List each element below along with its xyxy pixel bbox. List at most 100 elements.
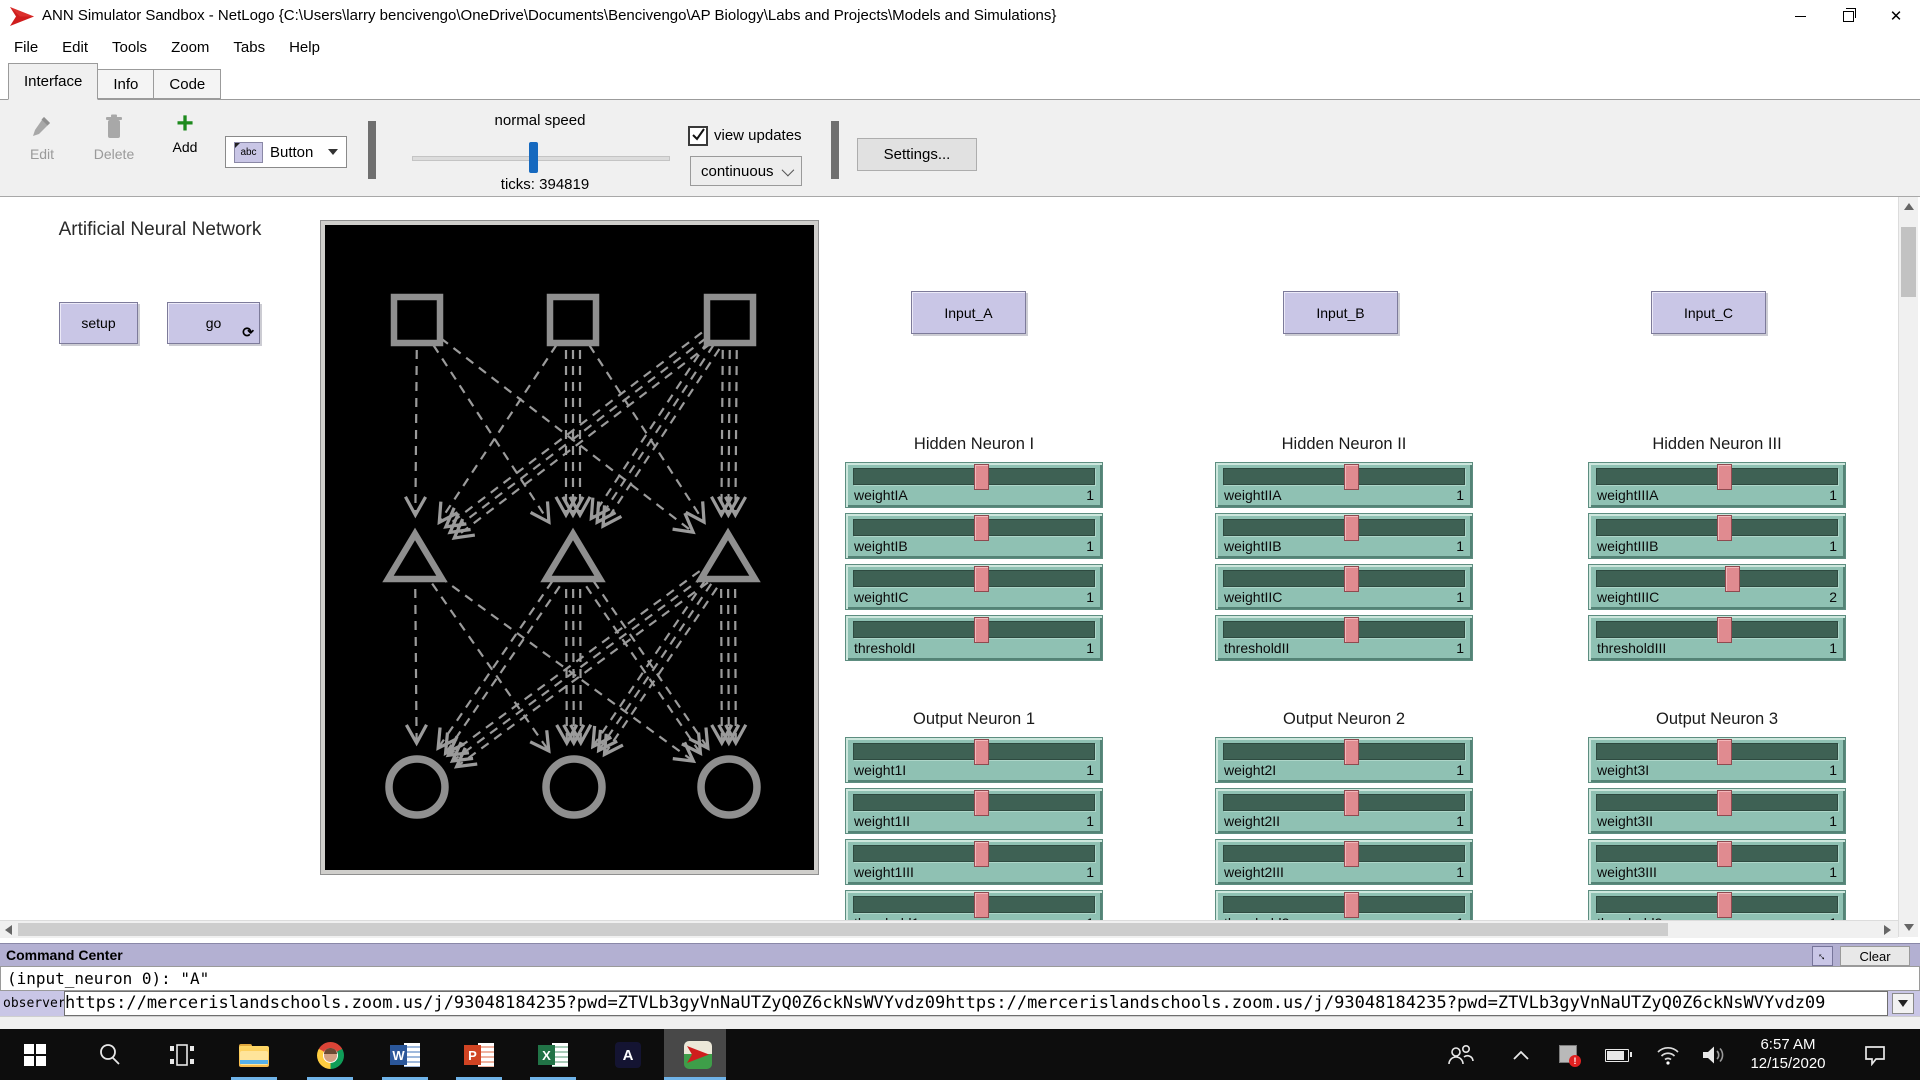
slider-track[interactable] <box>1223 468 1465 485</box>
restore-button[interactable] <box>1824 0 1872 33</box>
slider-weightIIIA[interactable]: weightIIIA1 <box>1588 462 1846 508</box>
slider-track[interactable] <box>1223 519 1465 536</box>
slider-track[interactable] <box>853 570 1095 587</box>
setup-button[interactable]: setup <box>59 302 138 344</box>
menu-item-file[interactable]: File <box>14 39 38 56</box>
slider-track[interactable] <box>1596 743 1838 760</box>
history-dropdown-button[interactable] <box>1892 993 1914 1014</box>
command-center-clear-button[interactable]: Clear <box>1840 946 1910 966</box>
slider-weightIIC[interactable]: weightIIC1 <box>1215 564 1473 610</box>
slider-weightIIIB[interactable]: weightIIIB1 <box>1588 513 1846 559</box>
update-mode-dropdown[interactable]: continuous <box>690 156 802 186</box>
slider-track[interactable] <box>853 468 1095 485</box>
slider-track[interactable] <box>853 845 1095 862</box>
input-b-button[interactable]: Input_B <box>1283 291 1398 334</box>
chrome-button[interactable] <box>313 1040 347 1070</box>
tray-expand-button[interactable] <box>1504 1040 1538 1070</box>
menu-item-help[interactable]: Help <box>289 39 320 56</box>
minimize-button[interactable] <box>1776 0 1824 33</box>
slider-track[interactable] <box>1223 621 1465 638</box>
tab-code[interactable]: Code <box>153 69 221 99</box>
input-a-button[interactable]: Input_A <box>911 291 1026 334</box>
scroll-right-icon[interactable] <box>1884 925 1891 935</box>
taskbar-clock[interactable]: 6:57 AM 12/15/2020 <box>1740 1035 1836 1073</box>
horizontal-scrollbar[interactable] <box>0 920 1898 938</box>
menu-item-tabs[interactable]: Tabs <box>233 39 265 56</box>
command-input[interactable]: https://mercerislandschools.zoom.us/j/93… <box>64 991 1888 1016</box>
slider-thresholdIII[interactable]: thresholdIII1 <box>1588 615 1846 661</box>
slider-track[interactable] <box>853 896 1095 913</box>
slider-thresholdI[interactable]: thresholdI1 <box>845 615 1103 661</box>
slider-weight3I[interactable]: weight3I1 <box>1588 737 1846 783</box>
action-center-button[interactable] <box>1858 1040 1892 1070</box>
slider-weightIA[interactable]: weightIA1 <box>845 462 1103 508</box>
slider-track[interactable] <box>853 621 1095 638</box>
slider-weightIIA[interactable]: weightIIA1 <box>1215 462 1473 508</box>
slider-weightIC[interactable]: weightIC1 <box>845 564 1103 610</box>
tray-app-button[interactable]: ! <box>1552 1040 1586 1070</box>
speed-slider-thumb[interactable] <box>529 142 538 173</box>
slider-weightIB[interactable]: weightIB1 <box>845 513 1103 559</box>
delete-button[interactable]: Delete <box>86 114 142 162</box>
scroll-left-icon[interactable] <box>5 925 12 935</box>
powerpoint-button[interactable]: P <box>462 1040 496 1070</box>
slider-weight2III[interactable]: weight2III1 <box>1215 839 1473 885</box>
close-button[interactable]: ✕ <box>1872 0 1920 33</box>
slider-track[interactable] <box>1223 794 1465 811</box>
netlogo-taskbar-button[interactable] <box>681 1040 715 1070</box>
slider-track[interactable] <box>1223 896 1465 913</box>
slider-track[interactable] <box>1223 570 1465 587</box>
slider-thresholdII[interactable]: thresholdII1 <box>1215 615 1473 661</box>
settings-button[interactable]: Settings... <box>857 138 977 171</box>
slider-track[interactable] <box>1596 519 1838 536</box>
search-button[interactable] <box>93 1040 127 1070</box>
slider-track[interactable] <box>1223 743 1465 760</box>
menu-item-zoom[interactable]: Zoom <box>171 39 209 56</box>
word-button[interactable]: W <box>388 1040 422 1070</box>
wifi-tray-button[interactable] <box>1651 1040 1685 1070</box>
slider-track[interactable] <box>1596 621 1838 638</box>
view-updates-checkbox[interactable] <box>688 126 708 146</box>
vertical-scrollbar[interactable] <box>1898 197 1918 937</box>
excel-button[interactable]: X <box>536 1040 570 1070</box>
menu-item-tools[interactable]: Tools <box>112 39 147 56</box>
menu-item-edit[interactable]: Edit <box>62 39 88 56</box>
slider-track[interactable] <box>1596 570 1838 587</box>
slider-track[interactable] <box>853 519 1095 536</box>
speed-slider[interactable] <box>412 156 670 161</box>
slider-track[interactable] <box>853 743 1095 760</box>
command-center-expand-button[interactable]: ↔ <box>1812 946 1833 966</box>
scroll-down-icon[interactable] <box>1904 924 1914 931</box>
slider-weightIIB[interactable]: weightIIB1 <box>1215 513 1473 559</box>
file-explorer-button[interactable] <box>237 1040 271 1070</box>
people-tray-button[interactable] <box>1444 1040 1478 1070</box>
slider-track[interactable] <box>1596 794 1838 811</box>
world-view[interactable] <box>321 221 818 874</box>
slider-weight1II[interactable]: weight1II1 <box>845 788 1103 834</box>
tab-interface[interactable]: Interface <box>8 63 98 100</box>
scroll-up-icon[interactable] <box>1904 203 1914 210</box>
slider-weight1III[interactable]: weight1III1 <box>845 839 1103 885</box>
slider-track[interactable] <box>1223 845 1465 862</box>
edit-button[interactable]: Edit <box>18 114 66 162</box>
slider-weightIIIC[interactable]: weightIIIC2 <box>1588 564 1846 610</box>
slider-track[interactable] <box>1596 896 1838 913</box>
slider-track[interactable] <box>1596 845 1838 862</box>
vertical-scroll-thumb[interactable] <box>1901 227 1916 297</box>
acrobat-button[interactable]: A <box>611 1040 645 1070</box>
tab-info[interactable]: Info <box>97 69 154 99</box>
slider-weight3II[interactable]: weight3II1 <box>1588 788 1846 834</box>
widget-type-chooser[interactable]: abc Button <box>225 136 347 168</box>
task-view-button[interactable] <box>165 1040 199 1070</box>
volume-tray-button[interactable] <box>1697 1040 1731 1070</box>
input-c-button[interactable]: Input_C <box>1651 291 1766 334</box>
slider-weight2II[interactable]: weight2II1 <box>1215 788 1473 834</box>
slider-track[interactable] <box>853 794 1095 811</box>
go-button[interactable]: go ⟳ <box>167 302 260 344</box>
slider-weight3III[interactable]: weight3III1 <box>1588 839 1846 885</box>
battery-tray-button[interactable] <box>1600 1040 1634 1070</box>
add-widget-button[interactable]: + Add <box>162 112 208 155</box>
slider-weight1I[interactable]: weight1I1 <box>845 737 1103 783</box>
slider-weight2I[interactable]: weight2I1 <box>1215 737 1473 783</box>
horizontal-scroll-thumb[interactable] <box>18 923 1668 936</box>
